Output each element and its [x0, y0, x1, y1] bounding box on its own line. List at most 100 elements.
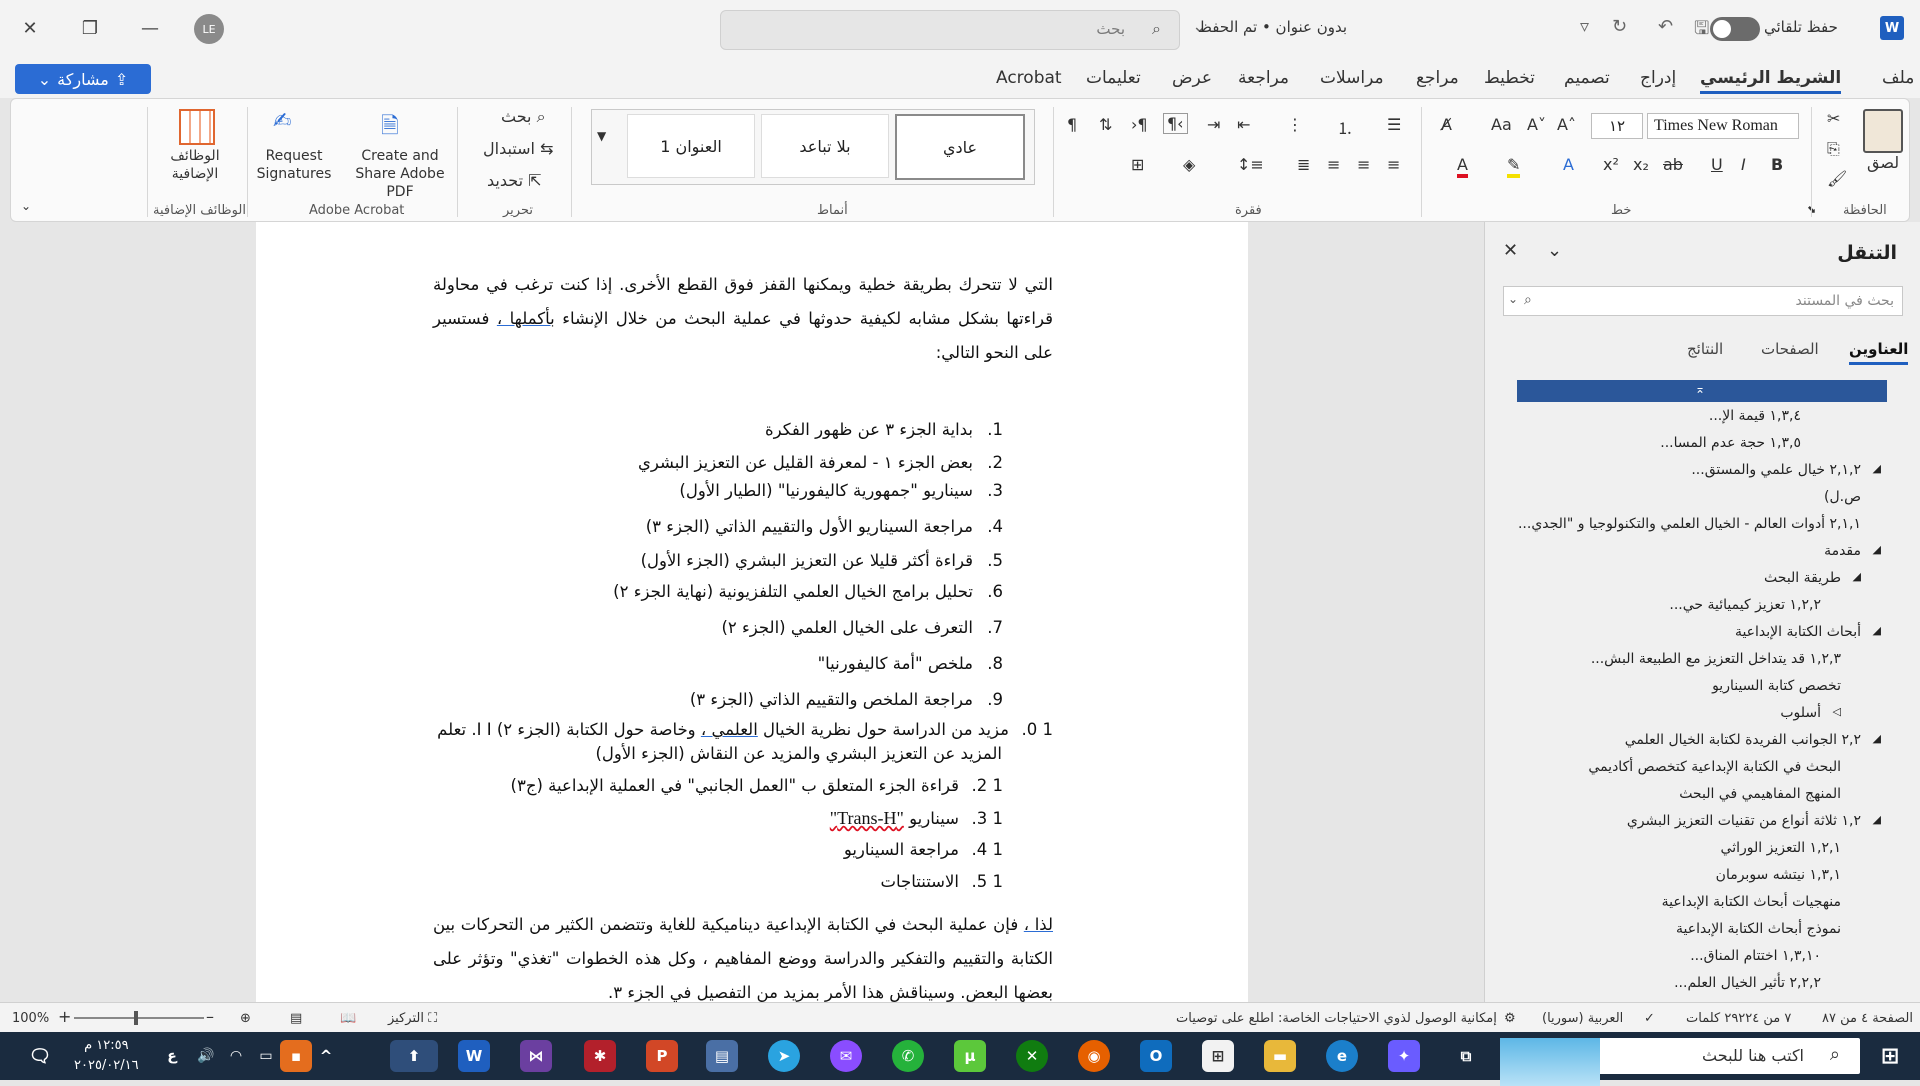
focus-button[interactable]: التركيز ⛶: [388, 1011, 437, 1026]
collapse-triangle-icon[interactable]: ◢: [1853, 570, 1861, 583]
rtl-icon[interactable]: ¶‹: [1163, 113, 1188, 134]
bold-icon[interactable]: B: [1771, 155, 1783, 174]
style-heading-1[interactable]: العنوان 1: [627, 114, 755, 178]
app-word-icon[interactable]: W: [458, 1040, 490, 1072]
nav-heading[interactable]: طريقة البحث: [1764, 570, 1841, 586]
search-input[interactable]: بحث ⌕: [720, 10, 1180, 50]
nav-heading[interactable]: ١,٢ ثلاثة أنواع من تقنيات التعزيز البشري: [1627, 813, 1861, 829]
grow-font-icon[interactable]: A˄: [1557, 115, 1576, 134]
print-layout-icon[interactable]: ▤: [290, 1011, 302, 1026]
clear-formatting-icon[interactable]: A̸: [1441, 115, 1452, 134]
zoom-slider[interactable]: [74, 1011, 204, 1025]
tab-design[interactable]: تصميم: [1564, 68, 1610, 88]
tab-pages[interactable]: الصفحات: [1761, 340, 1819, 358]
style-no-spacing[interactable]: بلا تباعد: [761, 114, 889, 178]
tab-references[interactable]: مراجع: [1416, 68, 1459, 88]
app-xbox-icon[interactable]: ✕: [1016, 1040, 1048, 1072]
highlight-icon[interactable]: ✎: [1507, 155, 1521, 178]
nav-heading[interactable]: ٢,١,٢ خيال علمي والمستق...: [1691, 462, 1861, 478]
undo-icon[interactable]: ↶: [1658, 16, 1673, 37]
tab-view[interactable]: عرض: [1172, 68, 1212, 88]
show-hidden-icons[interactable]: ^: [310, 1040, 342, 1072]
borders-icon[interactable]: ⊞: [1131, 155, 1144, 174]
addins-button[interactable]: الوظائف الإضافية: [161, 147, 229, 183]
chevron-down-icon[interactable]: ⌄: [1547, 240, 1562, 261]
nav-heading[interactable]: ١,٢,٢ تعزيز كيميائية حي...: [1669, 597, 1821, 613]
tab-mailings[interactable]: مراسلات: [1320, 68, 1384, 88]
tab-headings[interactable]: العناوين: [1849, 340, 1909, 365]
nav-heading[interactable]: ١,٣,١ نيتشه سوبرمان: [1716, 867, 1841, 883]
app-utorrent-icon[interactable]: μ: [954, 1040, 986, 1072]
underline-icon[interactable]: U: [1711, 155, 1723, 174]
wifi-icon[interactable]: ◠: [220, 1040, 252, 1072]
align-right-icon[interactable]: ≡: [1387, 155, 1400, 174]
change-case-icon[interactable]: Aa: [1491, 115, 1512, 134]
strikethrough-icon[interactable]: ab: [1663, 155, 1683, 174]
collapse-triangle-icon[interactable]: ◢: [1873, 624, 1881, 637]
collapse-ribbon-icon[interactable]: ⌄: [21, 199, 31, 213]
app-red-icon[interactable]: ✱: [584, 1040, 616, 1072]
task-view-icon[interactable]: ⧉: [1450, 1040, 1482, 1072]
nav-heading[interactable]: نموذج أبحاث الكتابة الإبداعية: [1676, 921, 1841, 937]
replace-button[interactable]: استبدال ⇆: [483, 139, 553, 158]
nav-heading[interactable]: ١,٣,٥ حجة عدم المسا...: [1660, 435, 1801, 451]
paste-icon[interactable]: [1863, 109, 1903, 153]
copy-icon[interactable]: ⎘: [1827, 139, 1840, 159]
zoom-slider-thumb[interactable]: [134, 1011, 138, 1025]
nav-heading[interactable]: ص.ل): [1824, 489, 1861, 505]
volume-icon[interactable]: 🔊: [190, 1040, 222, 1072]
paste-button[interactable]: لصق: [1867, 153, 1899, 172]
page-number[interactable]: الصفحة ٤ من ٨٧: [1822, 1011, 1913, 1026]
collapse-triangle-icon[interactable]: ◢: [1873, 462, 1881, 475]
tab-acrobat[interactable]: Acrobat: [996, 68, 1062, 88]
app-visual-studio-icon[interactable]: ⋈: [520, 1040, 552, 1072]
nav-heading[interactable]: ١,٢,١ التعزيز الوراثي: [1721, 840, 1841, 856]
nav-heading[interactable]: أبحاث الكتابة الإبداعية: [1735, 624, 1861, 640]
app-file-explorer-icon[interactable]: ▬: [1264, 1040, 1296, 1072]
share-button[interactable]: ⌄ مشاركة ⇪: [15, 64, 151, 94]
notification-icon[interactable]: 🗨: [24, 1040, 56, 1072]
collapse-triangle-icon[interactable]: ◢: [1873, 813, 1881, 826]
close-icon[interactable]: ✕: [12, 10, 48, 46]
app-messenger-icon[interactable]: ✉: [830, 1040, 862, 1072]
tab-results[interactable]: النتائج: [1687, 340, 1723, 358]
nav-heading[interactable]: منهجيات أبحاث الكتابة الإبداعية: [1662, 894, 1841, 910]
collapse-triangle-icon[interactable]: ◢: [1873, 543, 1881, 556]
italic-icon[interactable]: I: [1741, 155, 1746, 174]
nav-heading[interactable]: البحث في الكتابة الإبداعية كتخصص أكاديمي: [1588, 759, 1841, 775]
select-button[interactable]: تحديد ⇱: [487, 171, 542, 190]
font-name-select[interactable]: Times New Roman: [1647, 113, 1799, 139]
subscript-icon[interactable]: x₂: [1633, 155, 1649, 174]
decrease-indent-icon[interactable]: ⇤: [1237, 115, 1250, 134]
style-normal[interactable]: عادي: [895, 114, 1025, 180]
zoom-level[interactable]: 100%: [12, 1011, 49, 1026]
text-effects-icon[interactable]: A: [1563, 155, 1574, 174]
expand-triangle-icon[interactable]: ◁: [1833, 705, 1841, 718]
nav-heading[interactable]: ٢,٢,٢ تأثير الخيال العلم...: [1674, 975, 1821, 991]
save-icon[interactable]: 🖫: [1694, 16, 1709, 46]
nav-heading[interactable]: ١,٣,٤ قيمة الإ...: [1709, 408, 1801, 424]
chevron-down-icon[interactable]: ⌄: [1508, 292, 1518, 306]
nav-heading[interactable]: ٢,٢ الجوانب الفريدة لكتابة الخيال العلمي: [1625, 732, 1861, 748]
redo-icon[interactable]: ↻: [1612, 16, 1627, 37]
taskbar-search-input[interactable]: اكتب هنا للبحث ⌕: [1500, 1038, 1860, 1086]
app-monitor-icon[interactable]: ▤: [706, 1040, 738, 1072]
app-whatsapp-icon[interactable]: ✆: [892, 1040, 924, 1072]
nav-search-input[interactable]: بحث في المستند ⌕ ⌄: [1503, 286, 1903, 316]
sort-icon[interactable]: ⇅: [1099, 115, 1112, 134]
zoom-in-icon[interactable]: +: [58, 1007, 71, 1026]
font-color-icon[interactable]: A: [1457, 155, 1468, 178]
app-tray-icon[interactable]: ▪: [280, 1040, 312, 1072]
line-spacing-icon[interactable]: ↕≡: [1237, 155, 1264, 174]
app-edge-icon[interactable]: e: [1326, 1040, 1358, 1072]
clock[interactable]: ١٢:٥٩ م ٢٠٢٥/٠٢/١٦: [74, 1036, 139, 1076]
app-copilot-icon[interactable]: ✦: [1388, 1040, 1420, 1072]
web-layout-icon[interactable]: ⊕: [240, 1011, 251, 1026]
app-outlook-icon[interactable]: O: [1140, 1040, 1172, 1072]
app-bluestacks-icon[interactable]: ⬆: [390, 1040, 438, 1072]
nav-heading[interactable]: تخصص كتابة السيناريو: [1712, 678, 1841, 694]
ltr-icon[interactable]: ›¶: [1131, 115, 1148, 134]
avatar[interactable]: LE: [194, 14, 224, 44]
collapse-triangle-icon[interactable]: ◢: [1873, 732, 1881, 745]
nav-heading[interactable]: المنهج المفاهيمي في البحث: [1679, 786, 1841, 802]
